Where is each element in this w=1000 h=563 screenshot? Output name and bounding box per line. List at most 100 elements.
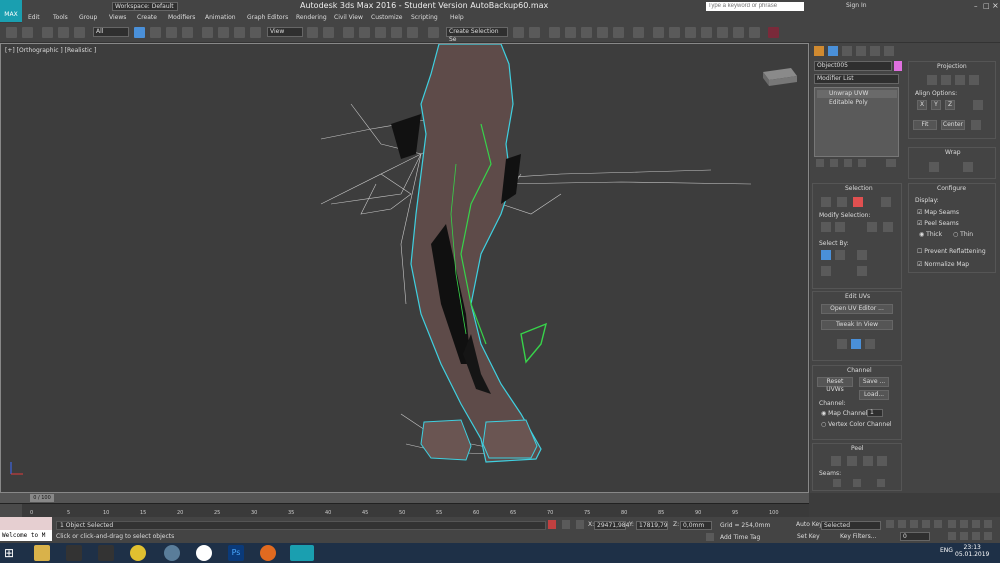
- peel-seams-checkbox[interactable]: ☑ Peel Seams: [917, 220, 959, 227]
- maximize-icon[interactable]: □: [983, 2, 990, 10]
- tweak-in-view-button[interactable]: Tweak In View: [821, 320, 893, 330]
- menu-customize[interactable]: Customize: [371, 14, 403, 21]
- rotate-icon[interactable]: [218, 27, 229, 38]
- menu-rendering[interactable]: Rendering: [296, 14, 327, 21]
- search-input[interactable]: [706, 2, 804, 11]
- material-editor-icon[interactable]: [633, 27, 644, 38]
- walk-through-icon[interactable]: [972, 532, 980, 540]
- z-coordinate-field[interactable]: 0,0mm: [680, 521, 712, 530]
- layer-explorer-icon[interactable]: [565, 27, 576, 38]
- scene-explorer-icon[interactable]: [549, 27, 560, 38]
- box-map-icon[interactable]: [969, 75, 979, 85]
- align-x-button[interactable]: X: [917, 100, 927, 110]
- edit-seams-icon[interactable]: [833, 479, 841, 487]
- menu-graph-editors[interactable]: Graph Editors: [247, 14, 288, 21]
- auto-key-button[interactable]: Auto Key: [796, 521, 823, 528]
- normalize-map-checkbox[interactable]: ☑ Normalize Map: [917, 261, 969, 268]
- edge-mode-icon[interactable]: [837, 197, 847, 207]
- maxscript-listener[interactable]: [0, 517, 52, 530]
- app-icon[interactable]: [66, 545, 82, 561]
- windows-start-icon[interactable]: ⊞: [4, 545, 20, 561]
- best-align-icon[interactable]: [973, 100, 983, 110]
- vertex-mode-icon[interactable]: [821, 197, 831, 207]
- element-mode-icon[interactable]: [881, 197, 891, 207]
- modify-tab-icon[interactable]: [828, 46, 838, 56]
- fit-button[interactable]: Fit: [913, 120, 937, 130]
- maxscript-mini-listener[interactable]: Welcome to M: [0, 530, 52, 541]
- reference-coordinate-dropdown[interactable]: View: [267, 27, 303, 37]
- percent-snap-icon[interactable]: [391, 27, 402, 38]
- display-map-icon[interactable]: [865, 339, 875, 349]
- sign-in-link[interactable]: Sign In: [846, 2, 867, 9]
- schematic-view-icon[interactable]: [613, 27, 624, 38]
- utilities-tab-icon[interactable]: [884, 46, 894, 56]
- align-y-button[interactable]: Y: [931, 100, 941, 110]
- load-button[interactable]: Load...: [859, 390, 889, 400]
- save-button[interactable]: Save ...: [859, 377, 889, 387]
- create-tab-icon[interactable]: [814, 46, 824, 56]
- menu-help[interactable]: Help: [450, 14, 464, 21]
- map-seams-checkbox[interactable]: ☑ Map Seams: [917, 209, 959, 216]
- render-production-icon[interactable]: [685, 27, 696, 38]
- map-channel-radio[interactable]: ◉ Map Channel:: [821, 410, 869, 417]
- a360-gallery-icon[interactable]: [733, 27, 744, 38]
- projection-rollout-title[interactable]: Projection: [937, 63, 967, 70]
- edit-named-selection-icon[interactable]: [428, 27, 439, 38]
- keyboard-shortcut-icon[interactable]: [343, 27, 354, 38]
- quick-map-icon[interactable]: [851, 339, 861, 349]
- object-color-swatch[interactable]: [894, 61, 902, 71]
- firefox-icon[interactable]: [260, 545, 276, 561]
- bind-space-warp-icon[interactable]: [74, 27, 85, 38]
- zoom-icon[interactable]: [948, 520, 956, 528]
- select-by-material-id-icon[interactable]: [857, 266, 867, 276]
- app-logo-icon[interactable]: MAX: [0, 0, 22, 22]
- file-explorer-icon[interactable]: [34, 545, 50, 561]
- point-to-point-seams-icon[interactable]: [853, 479, 861, 487]
- named-selection-dropdown[interactable]: Create Selection Se: [446, 27, 508, 43]
- polygon-mode-icon[interactable]: [853, 197, 863, 207]
- center-button[interactable]: Center: [941, 120, 965, 130]
- photoshop-icon[interactable]: Ps: [228, 545, 244, 561]
- set-key-button[interactable]: Set Key: [797, 533, 820, 540]
- absolute-mode-icon[interactable]: [576, 520, 584, 529]
- quick-planar-icon[interactable]: [837, 339, 847, 349]
- current-frame-field[interactable]: 0: [900, 532, 930, 541]
- close-icon[interactable]: ×: [992, 1, 999, 10]
- minimize-icon[interactable]: –: [974, 2, 978, 10]
- selection-filter-dropdown[interactable]: All: [93, 27, 129, 37]
- edit-uvs-rollout-title[interactable]: Edit UVs: [845, 293, 870, 300]
- graphite-ribbon-icon[interactable]: [581, 27, 592, 38]
- mini-curve-editor-icon[interactable]: [0, 504, 22, 518]
- next-frame-icon[interactable]: [922, 520, 930, 528]
- wrap-rollout-title[interactable]: Wrap: [945, 149, 961, 156]
- isolate-selection-icon[interactable]: [548, 520, 556, 529]
- play-icon[interactable]: [910, 520, 918, 528]
- vertex-color-channel-radio[interactable]: ○ Vertex Color Channel: [821, 421, 892, 428]
- pin-stack-icon[interactable]: [816, 159, 824, 167]
- pelt-map-icon[interactable]: [847, 456, 857, 466]
- orbit-icon[interactable]: [984, 520, 992, 528]
- configure-modifier-sets-icon[interactable]: [886, 159, 896, 167]
- loop-icon[interactable]: [867, 222, 877, 232]
- shrink-selection-icon[interactable]: [835, 222, 845, 232]
- spline-map-icon[interactable]: [929, 162, 939, 172]
- object-name-field[interactable]: Object005: [814, 61, 892, 71]
- stack-item-editable-poly[interactable]: Editable Poly: [817, 99, 897, 107]
- grow-selection-icon[interactable]: [821, 222, 831, 232]
- clock[interactable]: 23:13 05.01.2019: [955, 544, 989, 558]
- go-to-start-icon[interactable]: [886, 520, 894, 528]
- environment-icon[interactable]: [749, 27, 760, 38]
- stack-item-unwrap-uvw[interactable]: Unwrap UVW: [817, 90, 897, 98]
- scale-icon[interactable]: [234, 27, 245, 38]
- previous-frame-icon[interactable]: [898, 520, 906, 528]
- mirror-icon[interactable]: [513, 27, 524, 38]
- menu-civil-view[interactable]: Civil View: [334, 14, 363, 21]
- select-by-name-icon[interactable]: [150, 27, 161, 38]
- language-indicator[interactable]: ENG: [940, 547, 953, 554]
- hierarchy-tab-icon[interactable]: [842, 46, 852, 56]
- select-and-manipulate-icon[interactable]: [323, 27, 334, 38]
- snaps-toggle-icon[interactable]: [359, 27, 370, 38]
- key-mode-dropdown[interactable]: Selected: [821, 521, 881, 530]
- rectangular-selection-icon[interactable]: [166, 27, 177, 38]
- display-tab-icon[interactable]: [870, 46, 880, 56]
